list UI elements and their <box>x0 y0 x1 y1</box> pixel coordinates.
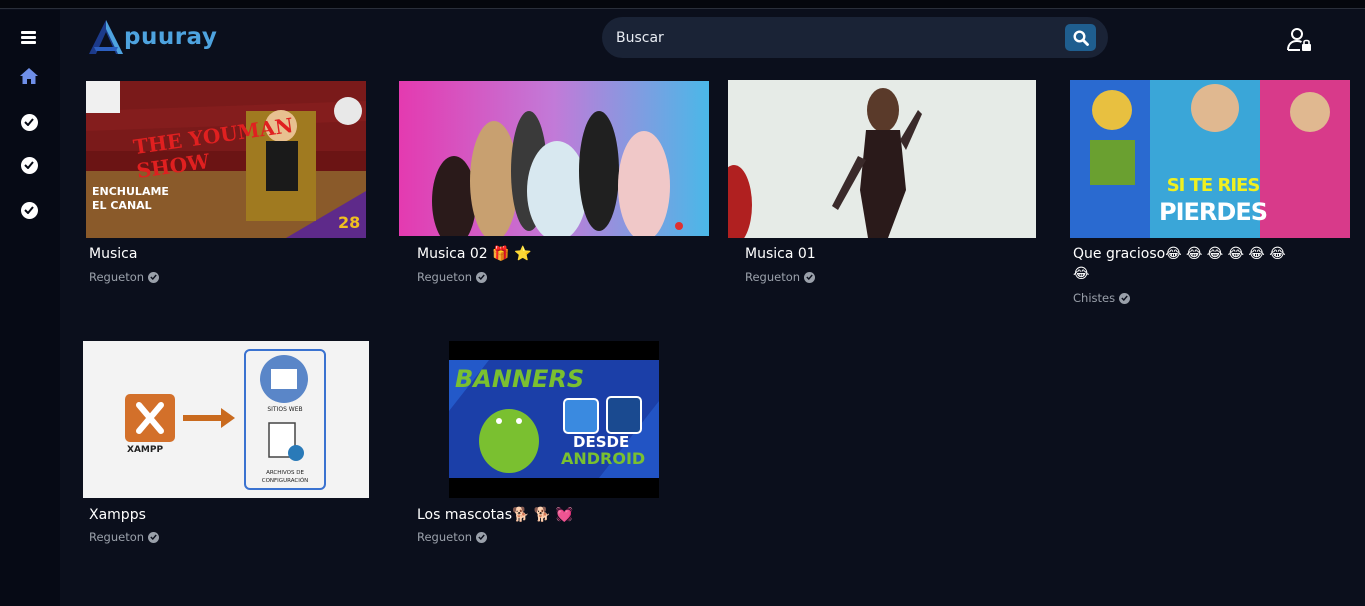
search-bar <box>602 17 1108 58</box>
video-title[interactable]: Los mascotas🐕 🐕 💓 <box>417 507 573 523</box>
channel-label: Regueton <box>417 530 473 544</box>
video-title[interactable]: Que gracioso😂 😂 😂 😂 😂 😂 <box>1073 246 1286 262</box>
verified-icon <box>1119 292 1131 304</box>
logo-text: puuray <box>124 24 218 50</box>
search-button[interactable] <box>1065 24 1096 51</box>
thumbnail-text: ARCHIVOS DE CONFIGURACIÓN <box>261 470 309 484</box>
channel-name[interactable]: Chistes <box>1073 291 1131 305</box>
menu-icon[interactable] <box>18 26 40 48</box>
thumbnail-text: ENCHULAME EL CANAL <box>92 185 169 212</box>
channel-name[interactable]: Regueton <box>89 270 160 284</box>
video-thumbnail[interactable]: SI TE RIES PIERDES <box>1070 80 1350 238</box>
video-thumbnail[interactable]: THE YOUMAN SHOW ENCHULAME EL CANAL 28 <box>86 81 366 238</box>
channel-label: Chistes <box>1073 291 1116 305</box>
video-thumbnail[interactable]: XAMPP SITIOS WEB ARCHIVOS DE CONFIGURACI… <box>83 341 369 498</box>
thumbnail-text: 28 <box>338 213 361 232</box>
video-thumbnail[interactable] <box>728 80 1036 238</box>
video-thumbnail[interactable] <box>399 81 709 236</box>
user-lock-icon <box>1287 28 1311 51</box>
verified-icon <box>476 271 488 283</box>
search-input[interactable] <box>616 26 1056 50</box>
channel-label: Regueton <box>417 270 473 284</box>
home-icon[interactable] <box>18 65 40 87</box>
verified-icon <box>476 531 488 543</box>
thumbnail-text: XAMPP <box>127 445 164 455</box>
verified-icon <box>804 271 816 283</box>
thumbnail-text: ANDROID <box>561 449 646 468</box>
video-thumbnail[interactable]: BANNERS DESDE ANDROID <box>449 341 659 498</box>
thumbnail-text: PIERDES <box>1159 198 1268 226</box>
channel-name[interactable]: Regueton <box>89 530 160 544</box>
channel-label: Regueton <box>89 270 145 284</box>
check-circle-icon[interactable] <box>18 154 40 176</box>
channel-label: Regueton <box>745 270 801 284</box>
check-circle-icon[interactable] <box>18 199 40 221</box>
channel-name[interactable]: Regueton <box>417 270 488 284</box>
thumbnail-text: SI TE RIES <box>1166 175 1261 196</box>
check-circle-icon[interactable] <box>18 111 40 133</box>
video-title[interactable]: Musica 01 <box>745 246 816 262</box>
search-icon <box>1072 29 1089 46</box>
app-logo[interactable]: puuray <box>86 17 217 57</box>
window-top-strip <box>0 0 1365 9</box>
verified-icon <box>148 271 160 283</box>
channel-label: Regueton <box>89 530 145 544</box>
user-account-button[interactable] <box>1285 26 1313 54</box>
thumbnail-text: BANNERS <box>455 365 585 393</box>
video-title[interactable]: Musica <box>89 246 137 262</box>
video-title[interactable]: Musica 02 🎁 ⭐ <box>417 246 531 262</box>
video-title-continued[interactable]: 😂 <box>1073 266 1089 282</box>
video-title[interactable]: Xampps <box>89 507 146 523</box>
verified-icon <box>148 531 160 543</box>
channel-name[interactable]: Regueton <box>745 270 816 284</box>
logo-mark-icon <box>89 20 123 54</box>
sidebar <box>0 10 60 606</box>
channel-name[interactable]: Regueton <box>417 530 488 544</box>
thumbnail-text: SITIOS WEB <box>267 406 303 413</box>
